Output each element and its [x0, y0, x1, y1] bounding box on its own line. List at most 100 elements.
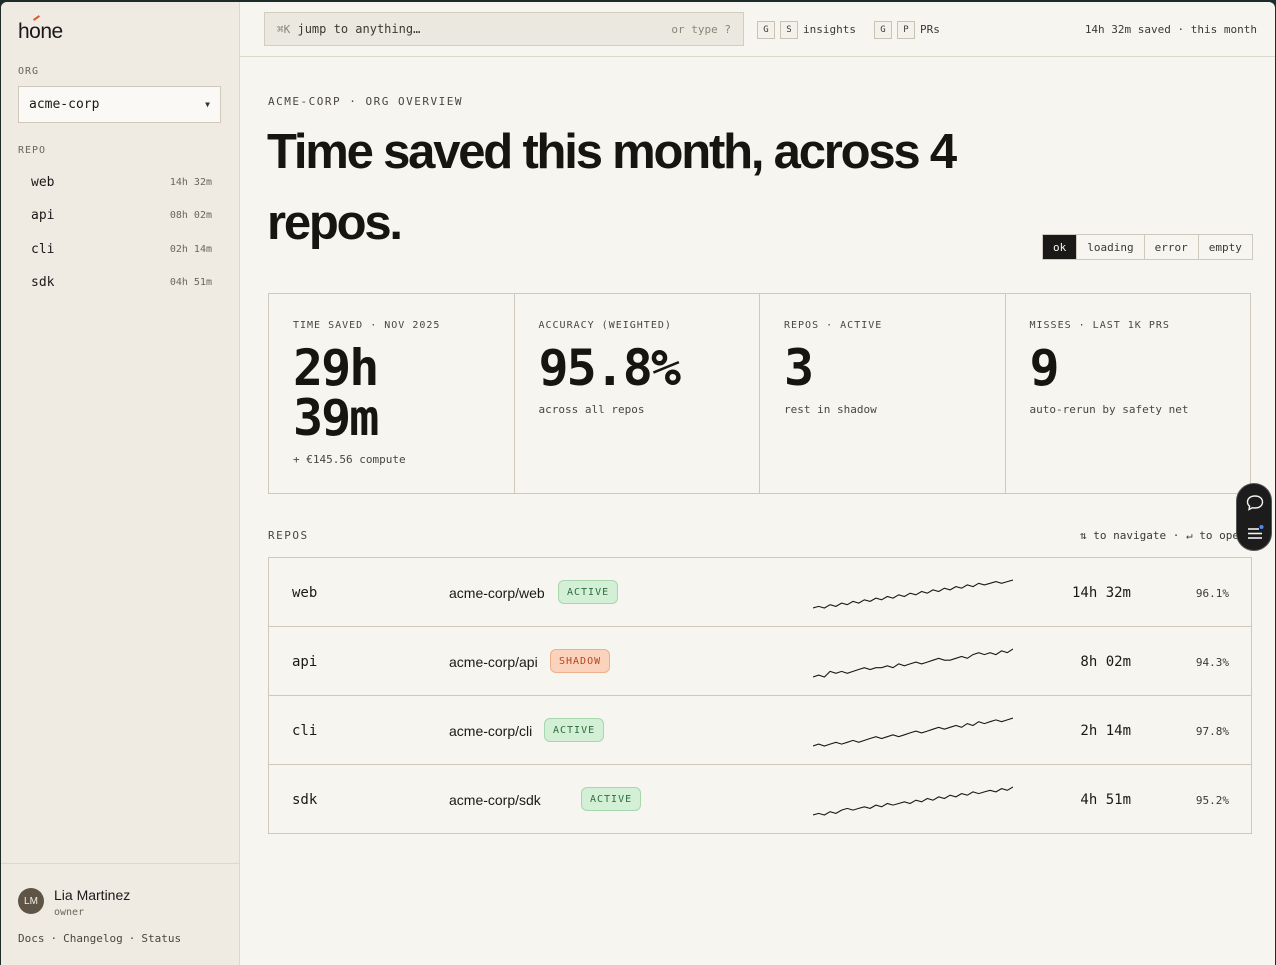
stat-value: 29h 39m [293, 339, 379, 447]
docs-link[interactable]: Docs [18, 932, 45, 945]
stat-accuracy: ACCURACY (WEIGHTED) 95.8% across all rep… [513, 294, 760, 493]
repo-path: acme-corp/web [449, 585, 545, 601]
sidebar-footer: LM Lia Martinez owner Docs · Changelog ·… [1, 863, 240, 965]
separator: · [50, 932, 58, 945]
stat-label: REPOS · ACTIVE [784, 320, 883, 331]
sparkline-chart [813, 717, 1013, 747]
caret-down-icon: ▼ [205, 100, 210, 109]
stat-sub: auto-rerun by safety net [1029, 403, 1189, 416]
repo-time-saved: 4h 51m [1080, 792, 1131, 808]
sidebar-item-web[interactable]: web 14h 32m [18, 168, 221, 196]
repos-section-label: REPOS [268, 529, 309, 542]
org-select-value: acme-corp [29, 97, 100, 112]
stat-value: 3 [784, 339, 814, 397]
stats-panel: TIME SAVED · NOV 2025 29h 39m + €145.56 … [268, 293, 1251, 494]
repo-path: acme-corp/cli [449, 723, 533, 739]
status-badge: ACTIVE [581, 787, 642, 811]
stat-misses: MISSES · LAST 1K PRS 9 auto-rerun by saf… [1004, 294, 1251, 493]
repo-time-saved: 8h 02m [1080, 654, 1131, 670]
repo-accuracy: 97.8% [1195, 725, 1229, 738]
sparkline [813, 717, 1013, 747]
avatar[interactable]: LM [18, 888, 44, 914]
key-g: G [874, 20, 892, 39]
status-badge: SHADOW [550, 649, 611, 673]
repo-name: sdk [292, 792, 318, 808]
stat-value: 9 [1029, 339, 1060, 397]
assistant-widget [1236, 483, 1272, 551]
key-g: G [757, 20, 775, 39]
sidebar-item-cli[interactable]: cli 02h 14m [18, 235, 221, 263]
stat-time-saved: TIME SAVED · NOV 2025 29h 39m + €145.56 … [269, 294, 514, 493]
state-toggle: ok loading error empty [1042, 234, 1253, 260]
topbar: ⌘K jump to anything… or type ? G S insig… [240, 2, 1275, 57]
stat-label: MISSES · LAST 1K PRS [1029, 320, 1170, 331]
shortcut-prs[interactable]: G P PRs [874, 2, 940, 57]
key-s: S [780, 20, 798, 39]
logo[interactable]: hone [18, 20, 63, 44]
repos-table: web acme-corp/web ACTIVE 14h 32m 96.1% a… [268, 557, 1252, 834]
stat-sub: across all repos [538, 403, 645, 416]
sparkline-chart [813, 579, 1013, 609]
repo-path: acme-corp/api [449, 654, 538, 670]
sparkline [813, 786, 1013, 816]
sidebar-item-label: sdk [31, 274, 55, 290]
sidebar-item-api[interactable]: api 08h 02m [18, 201, 221, 229]
repo-time-saved: 2h 14m [1080, 723, 1131, 739]
shortcut-insights[interactable]: G S insights [757, 2, 856, 57]
sparkline [813, 579, 1013, 609]
repo-accuracy: 95.2% [1195, 794, 1229, 807]
repo-name: api [292, 654, 318, 670]
stat-value: 95.8% [538, 339, 682, 397]
repo-path: acme-corp/sdk [449, 792, 541, 808]
search-input[interactable]: ⌘K jump to anything… or type ? [264, 12, 744, 46]
table-row[interactable]: cli acme-corp/cli ACTIVE 2h 14m 97.8% [269, 696, 1251, 765]
sidebar: hone ORG acme-corp ▼ REPO web 14h 32m ap… [1, 2, 240, 965]
table-row[interactable]: api acme-corp/api SHADOW 8h 02m 94.3% [269, 627, 1251, 696]
repo-time-saved: 14h 32m [1071, 585, 1131, 601]
stat-label: TIME SAVED · NOV 2025 [293, 320, 441, 331]
sparkline-chart [813, 786, 1013, 816]
state-loading-button[interactable]: loading [1076, 235, 1144, 259]
repo-name: web [292, 585, 318, 601]
list-menu-icon[interactable] [1245, 523, 1265, 543]
page-title: Time saved this month, across 4 repos. [267, 125, 957, 250]
repo-accuracy: 96.1% [1195, 587, 1229, 600]
changelog-link[interactable]: Changelog [63, 932, 123, 945]
breadcrumb: ACME-CORP · ORG OVERVIEW [268, 95, 463, 108]
table-row[interactable]: sdk acme-corp/sdk ACTIVE 4h 51m 95.2% [269, 765, 1251, 834]
separator: · [128, 932, 136, 945]
shortcut-prs-label: PRs [920, 23, 940, 36]
search-placeholder-text: jump to anything… [297, 22, 421, 36]
stat-sub: + €145.56 compute [293, 453, 406, 466]
user-name: Lia Martinez [54, 887, 131, 903]
state-empty-button[interactable]: empty [1197, 235, 1252, 259]
footer-links: Docs · Changelog · Status [18, 932, 181, 945]
org-select[interactable]: acme-corp ▼ [18, 86, 221, 123]
search-hint: or type ? [671, 22, 731, 36]
user-role: owner [54, 907, 85, 918]
app-window: hone ORG acme-corp ▼ REPO web 14h 32m ap… [1, 2, 1275, 965]
repo-label: REPO [18, 145, 47, 156]
command-k-hint: ⌘K [277, 23, 291, 36]
chat-bubble-icon[interactable] [1245, 493, 1265, 513]
sidebar-item-time: 14h 32m [169, 176, 212, 188]
sparkline [813, 648, 1013, 678]
sidebar-item-sdk[interactable]: sdk 04h 51m [18, 268, 221, 296]
state-error-button[interactable]: error [1143, 235, 1198, 259]
sidebar-item-label: cli [31, 241, 55, 257]
state-ok-button[interactable]: ok [1043, 235, 1077, 259]
sparkline-chart [813, 648, 1013, 678]
sidebar-item-label: api [31, 207, 55, 223]
time-saved-summary: 14h 32m saved · this month [1084, 23, 1257, 36]
repo-accuracy: 94.3% [1195, 656, 1229, 669]
repo-name: cli [292, 723, 318, 739]
status-link[interactable]: Status [141, 932, 181, 945]
status-badge: ACTIVE [558, 580, 619, 604]
sidebar-item-time: 04h 51m [169, 276, 212, 288]
keyboard-nav-hint: ⇅ to navigate · ↵ to open [1080, 529, 1237, 542]
stat-label: ACCURACY (WEIGHTED) [538, 320, 672, 331]
key-p: P [897, 20, 915, 39]
table-row[interactable]: web acme-corp/web ACTIVE 14h 32m 96.1% [269, 558, 1251, 627]
status-badge: ACTIVE [544, 718, 605, 742]
sidebar-item-label: web [31, 174, 55, 190]
